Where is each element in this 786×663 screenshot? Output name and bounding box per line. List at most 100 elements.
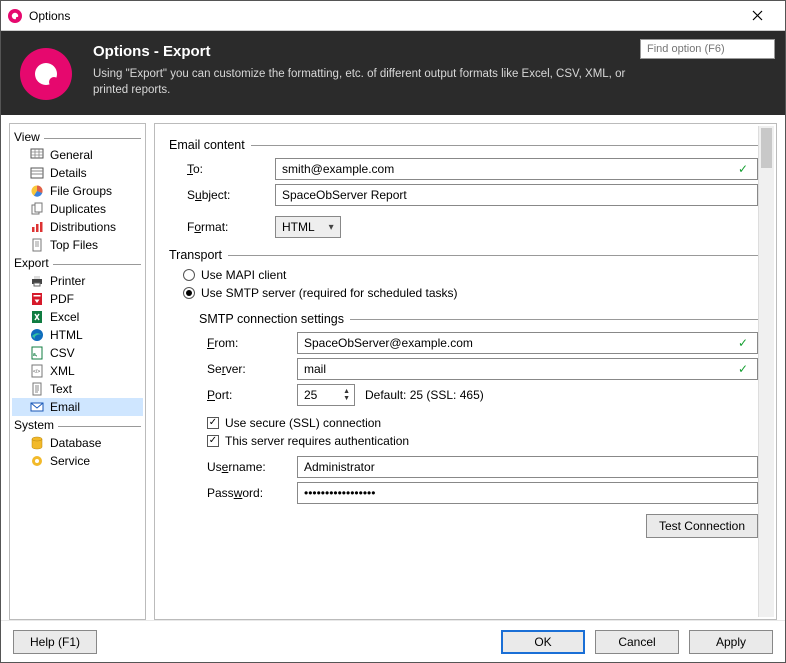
sidebar-item-label: Service [50, 454, 90, 468]
from-input[interactable]: ✓ [297, 332, 758, 354]
sidebar-group-export: Export [12, 254, 143, 272]
to-label: To: [187, 162, 275, 176]
spin-down-icon[interactable]: ▼ [341, 395, 352, 402]
spin-up-icon[interactable]: ▲ [341, 388, 352, 395]
to-input[interactable]: ✓ [275, 158, 758, 180]
pie-icon [30, 184, 44, 198]
sidebar-item-database[interactable]: Database [12, 434, 143, 452]
find-option-search[interactable] [640, 39, 775, 59]
sidebar-group-view: View [12, 128, 143, 146]
doc-icon [30, 238, 44, 252]
ok-button[interactable]: OK [501, 630, 585, 654]
sidebar-item-general[interactable]: General [12, 146, 143, 164]
main-panel: Email content To: ✓ Subject: Format: HTM… [154, 123, 777, 620]
sidebar-item-details[interactable]: Details [12, 164, 143, 182]
sidebar-item-top-files[interactable]: Top Files [12, 236, 143, 254]
format-select[interactable]: HTML ▾ [275, 216, 341, 238]
table-icon [30, 166, 44, 180]
sidebar-item-email[interactable]: Email [12, 398, 143, 416]
content-area: View General Details File Groups Duplicates D… [1, 115, 785, 620]
password-input[interactable] [297, 482, 758, 504]
format-label: Format: [187, 220, 275, 234]
sidebar-item-label: Distributions [50, 220, 116, 234]
csv-icon: a, [30, 346, 44, 360]
sidebar: View General Details File Groups Duplicates D… [9, 123, 146, 620]
cancel-button[interactable]: Cancel [595, 630, 679, 654]
port-input[interactable]: ▲▼ [297, 384, 355, 406]
check-ok-icon: ✓ [733, 162, 753, 176]
radio-mapi[interactable]: Use MAPI client [183, 268, 758, 282]
sidebar-item-label: Text [50, 382, 72, 396]
server-label: Server: [207, 362, 297, 376]
apply-button[interactable]: Apply [689, 630, 773, 654]
group-email-content: Email content [169, 138, 245, 152]
radio-icon [183, 269, 195, 281]
sidebar-item-label: Details [50, 166, 87, 180]
sidebar-item-label: Duplicates [50, 202, 106, 216]
bars-icon [30, 220, 44, 234]
banner-description: Using "Export" you can customize the for… [93, 66, 653, 98]
checkbox-icon-checked [207, 417, 219, 429]
subject-label: Subject: [187, 188, 275, 202]
sidebar-item-label: XML [50, 364, 75, 378]
group-smtp: SMTP connection settings [199, 312, 344, 326]
svg-text:a,: a, [33, 352, 38, 358]
group-transport: Transport [169, 248, 222, 262]
sidebar-item-label: Printer [50, 274, 85, 288]
username-label: Username: [207, 460, 297, 474]
sidebar-item-service[interactable]: Service [12, 452, 143, 470]
vertical-scrollbar[interactable] [758, 126, 774, 617]
excel-icon [30, 310, 44, 324]
help-button[interactable]: Help (F1) [13, 630, 97, 654]
txt-icon [30, 382, 44, 396]
sidebar-item-label: PDF [50, 292, 74, 306]
options-window: Options Options - Export Using "Export" … [0, 0, 786, 663]
sidebar-item-label: Email [50, 400, 80, 414]
close-button[interactable] [735, 2, 779, 30]
svg-text:</>: </> [33, 369, 40, 375]
dup-icon [30, 202, 44, 216]
checkbox-icon-checked [207, 435, 219, 447]
server-input[interactable]: ✓ [297, 358, 758, 380]
sidebar-item-label: Database [50, 436, 101, 450]
sidebar-item-excel[interactable]: Excel [12, 308, 143, 326]
scrollbar-thumb[interactable] [761, 128, 772, 168]
check-ok-icon: ✓ [733, 336, 753, 350]
app-logo-icon [19, 47, 73, 101]
sidebar-item-label: Top Files [50, 238, 98, 252]
app-icon [7, 8, 23, 24]
checkbox-ssl[interactable]: Use secure (SSL) connection [207, 416, 758, 430]
sidebar-item-printer[interactable]: Printer [12, 272, 143, 290]
edge-icon [30, 328, 44, 342]
subject-input[interactable] [275, 184, 758, 206]
banner: Options - Export Using "Export" you can … [1, 31, 785, 115]
grid-icon [30, 148, 44, 162]
sidebar-item-html[interactable]: HTML [12, 326, 143, 344]
sidebar-item-text[interactable]: Text [12, 380, 143, 398]
sidebar-item-duplicates[interactable]: Duplicates [12, 200, 143, 218]
check-ok-icon: ✓ [733, 362, 753, 376]
sidebar-item-csv[interactable]: a,CSV [12, 344, 143, 362]
password-label: Password: [207, 486, 297, 500]
sidebar-item-distributions[interactable]: Distributions [12, 218, 143, 236]
sidebar-item-label: HTML [50, 328, 83, 342]
find-option-input[interactable] [645, 42, 786, 56]
printer-icon [30, 274, 44, 288]
db-icon [30, 436, 44, 450]
dialog-footer: Help (F1) OK Cancel Apply [1, 620, 785, 662]
port-hint: Default: 25 (SSL: 465) [365, 388, 484, 402]
sidebar-item-label: General [50, 148, 93, 162]
sidebar-item-file-groups[interactable]: File Groups [12, 182, 143, 200]
window-title: Options [29, 9, 70, 23]
chevron-down-icon: ▾ [329, 222, 334, 233]
checkbox-auth[interactable]: This server requires authentication [207, 434, 758, 448]
sidebar-item-pdf[interactable]: PDF [12, 290, 143, 308]
test-connection-button[interactable]: Test Connection [646, 514, 758, 538]
gear-icon [30, 454, 44, 468]
radio-smtp[interactable]: Use SMTP server (required for scheduled … [183, 286, 758, 300]
radio-icon-selected [183, 287, 195, 299]
username-input[interactable] [297, 456, 758, 478]
sidebar-item-xml[interactable]: </> XML [12, 362, 143, 380]
sidebar-item-label: Excel [50, 310, 79, 324]
close-icon [752, 10, 763, 21]
